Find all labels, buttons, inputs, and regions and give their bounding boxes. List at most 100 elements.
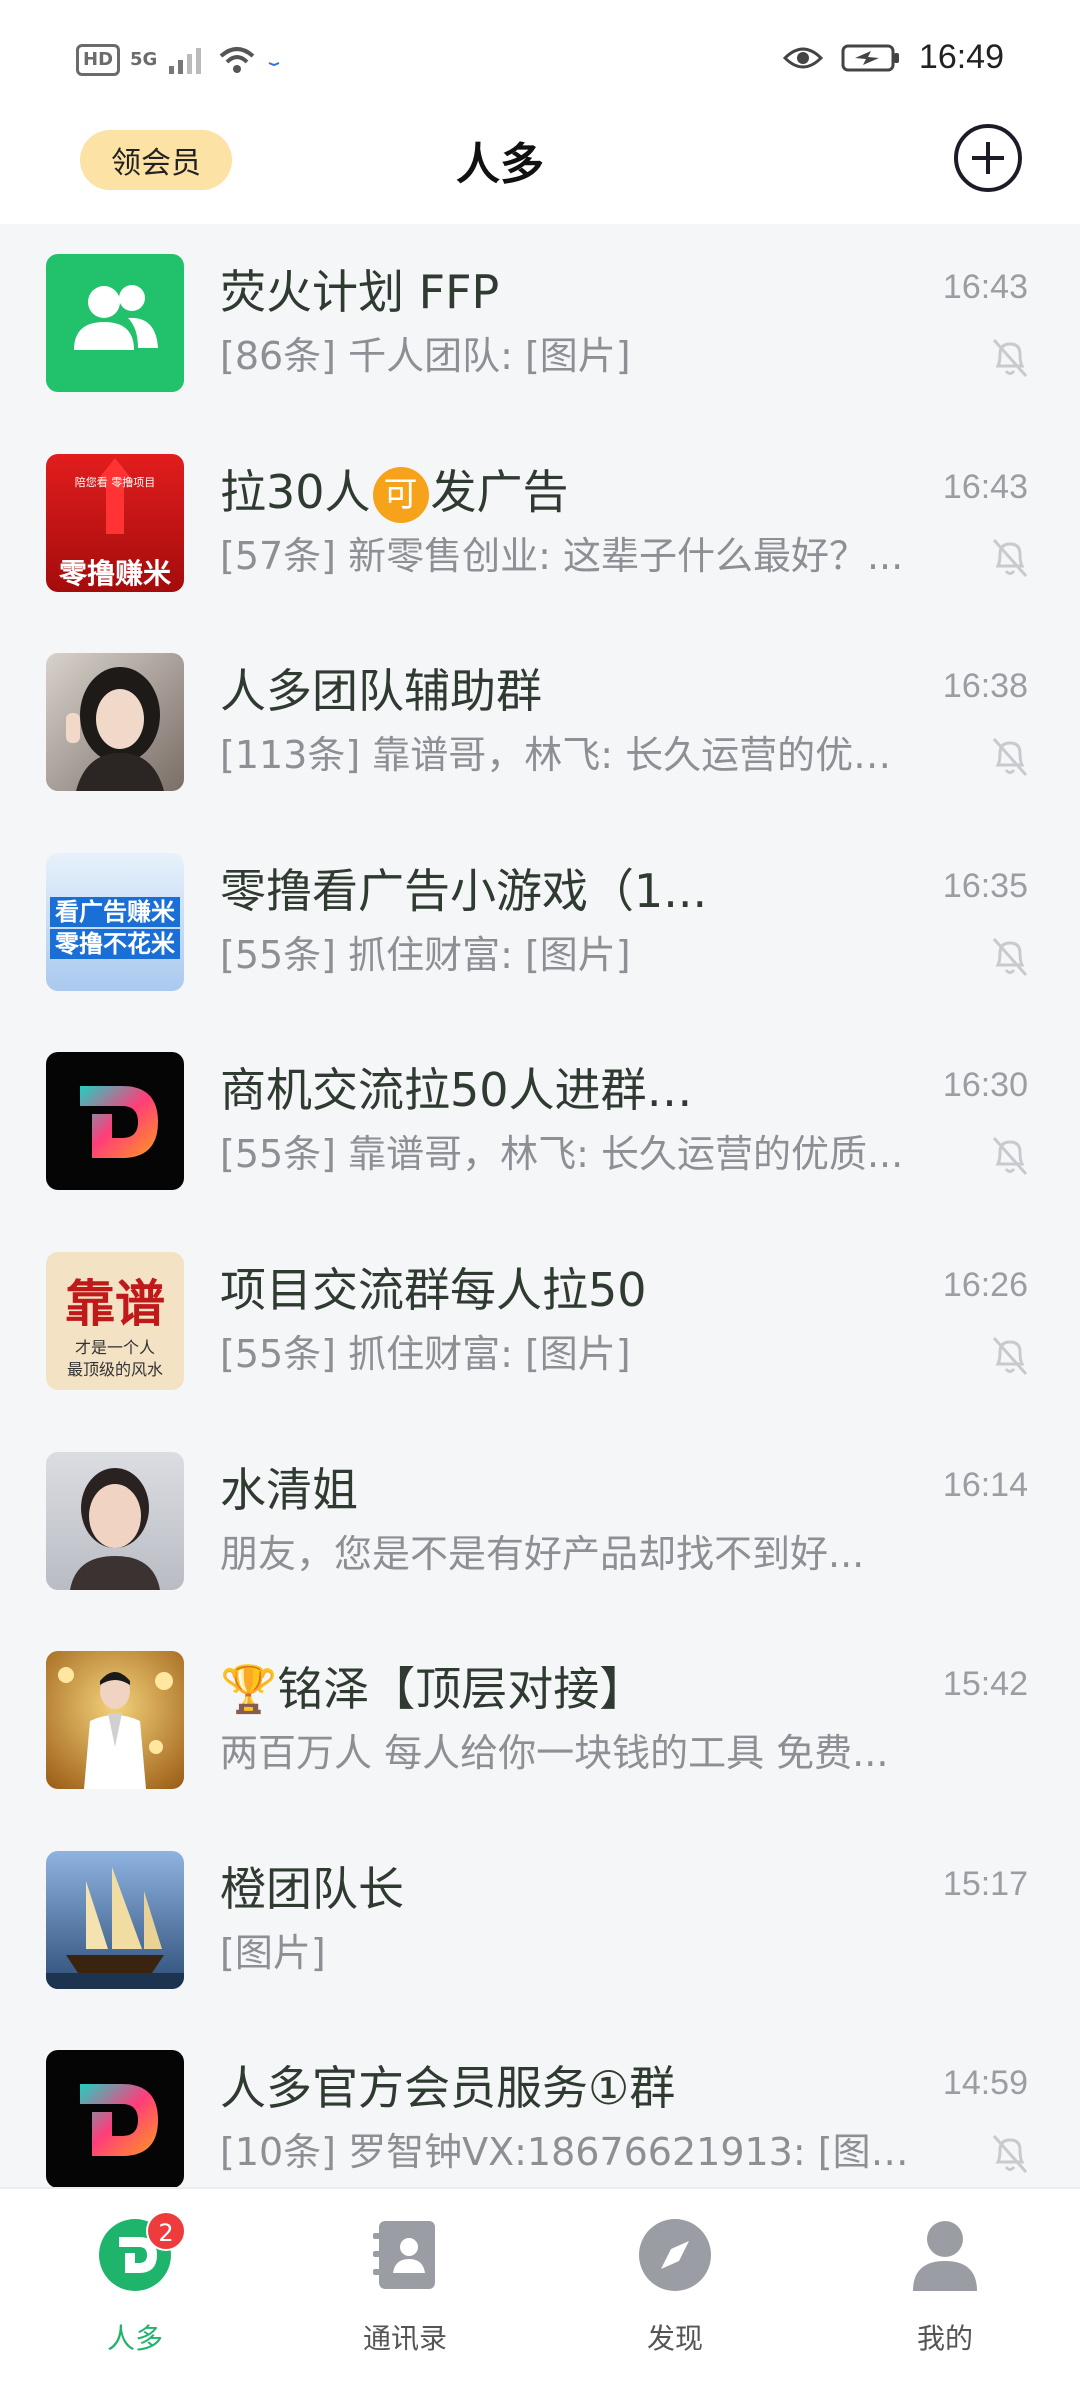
tab-label: 通讯录 bbox=[362, 2322, 447, 2355]
mute-bell-icon bbox=[992, 339, 1028, 377]
chat-row[interactable]: 陪您看 零撸项目 零撸赚米 拉30人可发广告 [57条] 新零售创业: 这辈子什… bbox=[0, 424, 1080, 624]
eye-icon bbox=[782, 47, 823, 68]
ke-badge-icon: 可 bbox=[372, 467, 429, 524]
avatar bbox=[46, 653, 184, 792]
chat-name: 拉30人可发广告 bbox=[220, 462, 920, 524]
bottom-tab-bar: 2 人多 通讯录 发现 我的 bbox=[0, 2187, 1080, 2388]
chat-time: 16:30 bbox=[942, 1066, 1028, 1105]
battery-charging-icon bbox=[841, 44, 899, 71]
unread-badge: 2 bbox=[146, 2211, 186, 2251]
chat-list[interactable]: 荧火计划 FFP [86条] 千人团队: [图片] 16:43 陪您看 零撸项目… bbox=[0, 224, 1080, 2187]
chat-name: 人多团队辅助群 bbox=[220, 664, 542, 719]
woman-portrait-icon bbox=[70, 1467, 160, 1590]
5g-indicator: 5G bbox=[130, 49, 158, 70]
sailing-ship-icon bbox=[46, 1866, 184, 1989]
chat-preview: [图片] bbox=[220, 1930, 326, 1975]
avatar: 看广告赚米 零撸不花米 bbox=[46, 852, 184, 991]
chat-name-part: 拉30人 bbox=[220, 464, 371, 519]
chat-time: 16:26 bbox=[942, 1265, 1028, 1304]
chat-name: 水清姐 bbox=[220, 1462, 358, 1517]
woman-photo-icon bbox=[66, 667, 164, 792]
mute-bell-icon bbox=[992, 538, 1028, 577]
avatar bbox=[46, 2050, 184, 2187]
chat-time: 16:14 bbox=[942, 1465, 1028, 1504]
chat-row[interactable]: 🏆铭泽【顶层对接】 两百万人 每人给你一块钱的工具 免费... 15:42 bbox=[0, 1621, 1080, 1821]
status-time: 16:49 bbox=[918, 38, 1004, 76]
chat-name: 人多官方会员服务①群 bbox=[220, 2061, 676, 2116]
compass-icon bbox=[639, 2219, 711, 2291]
chat-time: 16:35 bbox=[942, 866, 1028, 905]
tab-discover[interactable]: 发现 bbox=[540, 2189, 810, 2388]
man-gold-background-icon bbox=[58, 1667, 173, 1790]
d-logo-icon bbox=[80, 2084, 158, 2157]
signal-icon bbox=[169, 48, 202, 74]
chat-time: 15:17 bbox=[942, 1864, 1028, 1903]
chat-name: 商机交流拉50人进群… bbox=[220, 1063, 693, 1118]
tab-profile[interactable]: 我的 bbox=[810, 2189, 1080, 2388]
avatar-small-text: 陪您看 零撸项目 bbox=[74, 475, 156, 489]
tab-label: 人多 bbox=[106, 2322, 163, 2355]
chat-preview: 两百万人 每人给你一块钱的工具 免费... bbox=[220, 1731, 889, 1776]
mute-bell-icon bbox=[992, 2135, 1028, 2174]
chat-preview: [55条] 抓住财富: [图片] bbox=[220, 1331, 631, 1376]
avatar-text: 靠谱 bbox=[65, 1273, 165, 1333]
contacts-icon bbox=[373, 2221, 435, 2289]
chat-name: 🏆铭泽【顶层对接】 bbox=[220, 1662, 646, 1717]
page-title: 人多 bbox=[456, 139, 544, 190]
chat-row[interactable]: 橙团队长 [图片] 15:17 bbox=[0, 1821, 1080, 2021]
chat-preview: [113条] 靠谱哥，林飞: 长久运营的优质... bbox=[220, 733, 910, 778]
chat-preview: [57条] 新零售创业: 这辈子什么最好？... bbox=[220, 533, 904, 578]
tab-label: 发现 bbox=[646, 2322, 703, 2355]
tab-label: 我的 bbox=[916, 2322, 973, 2355]
status-left: HD 5G bbox=[76, 44, 281, 76]
add-plus-icon[interactable] bbox=[952, 122, 1024, 194]
avatar-text: 零撸不花米 bbox=[50, 928, 180, 959]
avatar: 靠谱 才是一个人 最顶级的风水 bbox=[46, 1251, 184, 1390]
status-right: 16:49 bbox=[782, 38, 1004, 77]
tab-renduo[interactable]: 2 人多 bbox=[0, 2189, 270, 2388]
avatar bbox=[46, 1451, 184, 1590]
tab-contacts[interactable]: 通讯录 bbox=[270, 2189, 540, 2388]
chat-row[interactable]: 人多团队辅助群 [113条] 靠谱哥，林飞: 长久运营的优质... 16:38 bbox=[0, 623, 1080, 823]
chat-row[interactable]: 人多官方会员服务①群 [10条] 罗智钟VX:18676621913: [图片]… bbox=[0, 2020, 1080, 2187]
chat-name: 零撸看广告小游戏（1... bbox=[220, 863, 708, 918]
avatar-text: 最顶级的风水 bbox=[66, 1359, 163, 1379]
chat-row[interactable]: 看广告赚米 零撸不花米 零撸看广告小游戏（1... [55条] 抓住财富: [图… bbox=[0, 823, 1080, 1023]
chat-preview: [55条] 抓住财富: [图片] bbox=[220, 932, 631, 977]
profile-icon bbox=[913, 2221, 977, 2291]
avatar: 陪您看 零撸项目 零撸赚米 bbox=[46, 453, 184, 592]
avatar bbox=[46, 1651, 184, 1790]
chat-name: 橙团队长 bbox=[220, 1861, 404, 1916]
chat-name-part: 发广告 bbox=[430, 464, 569, 519]
chat-time: 16:38 bbox=[942, 667, 1028, 706]
chat-preview: [86条] 千人团队: [图片] bbox=[220, 334, 631, 378]
app-header: 领会员 人多 bbox=[0, 120, 1080, 224]
mute-bell-icon bbox=[992, 937, 1028, 976]
chat-time: 14:59 bbox=[942, 2064, 1028, 2103]
avatar-text: 才是一个人 bbox=[74, 1337, 155, 1357]
chat-name: 荧火计划 FFP bbox=[220, 265, 500, 319]
d-logo-icon bbox=[80, 1086, 158, 1159]
chat-row[interactable]: 水清姐 朋友，您是不是有好产品却找不到好... 16:14 bbox=[0, 1422, 1080, 1622]
mute-bell-icon bbox=[992, 1336, 1028, 1375]
chat-row[interactable]: 商机交流拉50人进群… [55条] 靠谱哥，林飞: 长久运营的优质... 16:… bbox=[0, 1022, 1080, 1222]
chat-time: 15:42 bbox=[942, 1665, 1028, 1704]
red-arrow-icon bbox=[96, 457, 134, 534]
bluetooth-small-icon bbox=[268, 62, 280, 67]
avatar bbox=[46, 254, 184, 392]
chat-name: 项目交流群每人拉50 bbox=[220, 1262, 647, 1317]
mute-bell-icon bbox=[992, 738, 1028, 777]
people-group-icon bbox=[74, 285, 158, 350]
chat-row[interactable]: 靠谱 才是一个人 最顶级的风水 项目交流群每人拉50 [55条] 抓住财富: [… bbox=[0, 1222, 1080, 1422]
chat-row[interactable]: 荧火计划 FFP [86条] 千人团队: [图片] 16:43 bbox=[0, 224, 1080, 424]
chat-time: 16:43 bbox=[942, 268, 1028, 306]
avatar-text: 看广告赚米 bbox=[50, 896, 180, 927]
avatar-text: 零撸赚米 bbox=[58, 556, 171, 590]
chat-preview: [55条] 靠谱哥，林飞: 长久运营的优质... bbox=[220, 1132, 904, 1177]
chat-time: 16:43 bbox=[942, 467, 1028, 506]
chat-preview: 朋友，您是不是有好产品却找不到好... bbox=[220, 1531, 865, 1576]
wifi-icon bbox=[220, 47, 255, 73]
hd-indicator: HD bbox=[76, 44, 121, 76]
mute-bell-icon bbox=[992, 1137, 1028, 1176]
status-bar: HD 5G 16:49 bbox=[0, 0, 1080, 120]
